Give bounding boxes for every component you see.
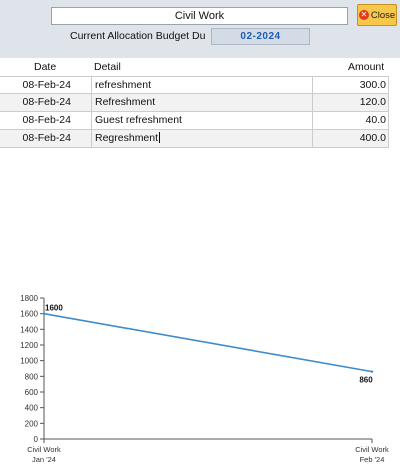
x-tick-label: Feb '24 [360,455,385,464]
cell-detail-text: Regreshment [95,132,159,144]
x-axis: Civil WorkJan '24Civil WorkFeb '24 [27,438,389,464]
data-label: 1600 [45,304,63,313]
expense-grid: 08-Feb-24 refreshment 300.0 08-Feb-24 Re… [0,76,389,148]
cell-detail[interactable]: refreshment [92,77,313,94]
budget-label: Current Allocation Budget Du [70,30,206,42]
y-tick-label: 600 [25,388,39,397]
budget-line-chart: 0 200 400 600 800 1000 1200 1400 1600 1800 Civil … [20,294,389,464]
text-cursor [159,132,161,143]
y-tick-label: 800 [25,372,39,381]
cell-date[interactable]: 08-Feb-24 [0,77,92,94]
y-tick-label: 1400 [20,325,38,334]
cell-date[interactable]: 08-Feb-24 [0,112,92,129]
data-point [370,370,374,373]
table-row[interactable]: 08-Feb-24 Guest refreshment 40.0 [0,112,389,130]
budget-period-field[interactable]: 02-2024 [211,28,310,45]
cell-detail[interactable]: Refreshment [92,94,313,111]
x-tick-label: Civil Work [355,445,389,454]
series-group: 1600 860 [42,304,374,385]
column-header-amount[interactable]: Amount [348,61,384,73]
x-tick-label: Civil Work [27,445,61,454]
close-button-label: Close [370,9,396,21]
title-field[interactable]: Civil Work [51,7,348,25]
table-row[interactable]: 08-Feb-24 Refreshment 120.0 [0,94,389,112]
table-row[interactable]: 08-Feb-24 refreshment 300.0 [0,76,389,94]
cell-detail-editing[interactable]: Regreshment [92,130,313,147]
cell-amount[interactable]: 120.0 [313,94,389,111]
y-tick-label: 1000 [20,357,38,366]
cell-date[interactable]: 08-Feb-24 [0,130,92,147]
column-header-date[interactable]: Date [34,61,56,73]
y-axis: 0 200 400 600 800 1000 1200 1400 1600 1800 [20,294,45,444]
y-tick-label: 1600 [20,310,38,319]
cell-detail[interactable]: Guest refreshment [92,112,313,129]
close-icon: ✕ [358,10,369,20]
grid-header: Date Detail Amount [0,58,400,76]
y-tick-label: 200 [25,419,39,428]
table-row[interactable]: 08-Feb-24 Regreshment 400.0 [0,130,389,148]
cell-amount[interactable]: 300.0 [313,77,389,94]
cell-amount[interactable]: 40.0 [313,112,389,129]
y-tick-label: 1800 [20,294,38,303]
series-line [43,312,373,373]
x-tick-label: Jan '24 [32,455,56,464]
header-panel: Civil Work ✕ Close Current Allocation Bu… [0,0,400,58]
cell-amount[interactable]: 400.0 [313,130,389,147]
data-point [42,312,46,315]
y-tick-label: 400 [25,404,39,413]
data-label: 860 [359,376,373,385]
y-tick-label: 1200 [20,341,38,350]
y-tick-label: 0 [34,435,39,444]
close-button[interactable]: ✕ Close [357,4,397,26]
column-header-detail[interactable]: Detail [94,61,121,73]
cell-date[interactable]: 08-Feb-24 [0,94,92,111]
